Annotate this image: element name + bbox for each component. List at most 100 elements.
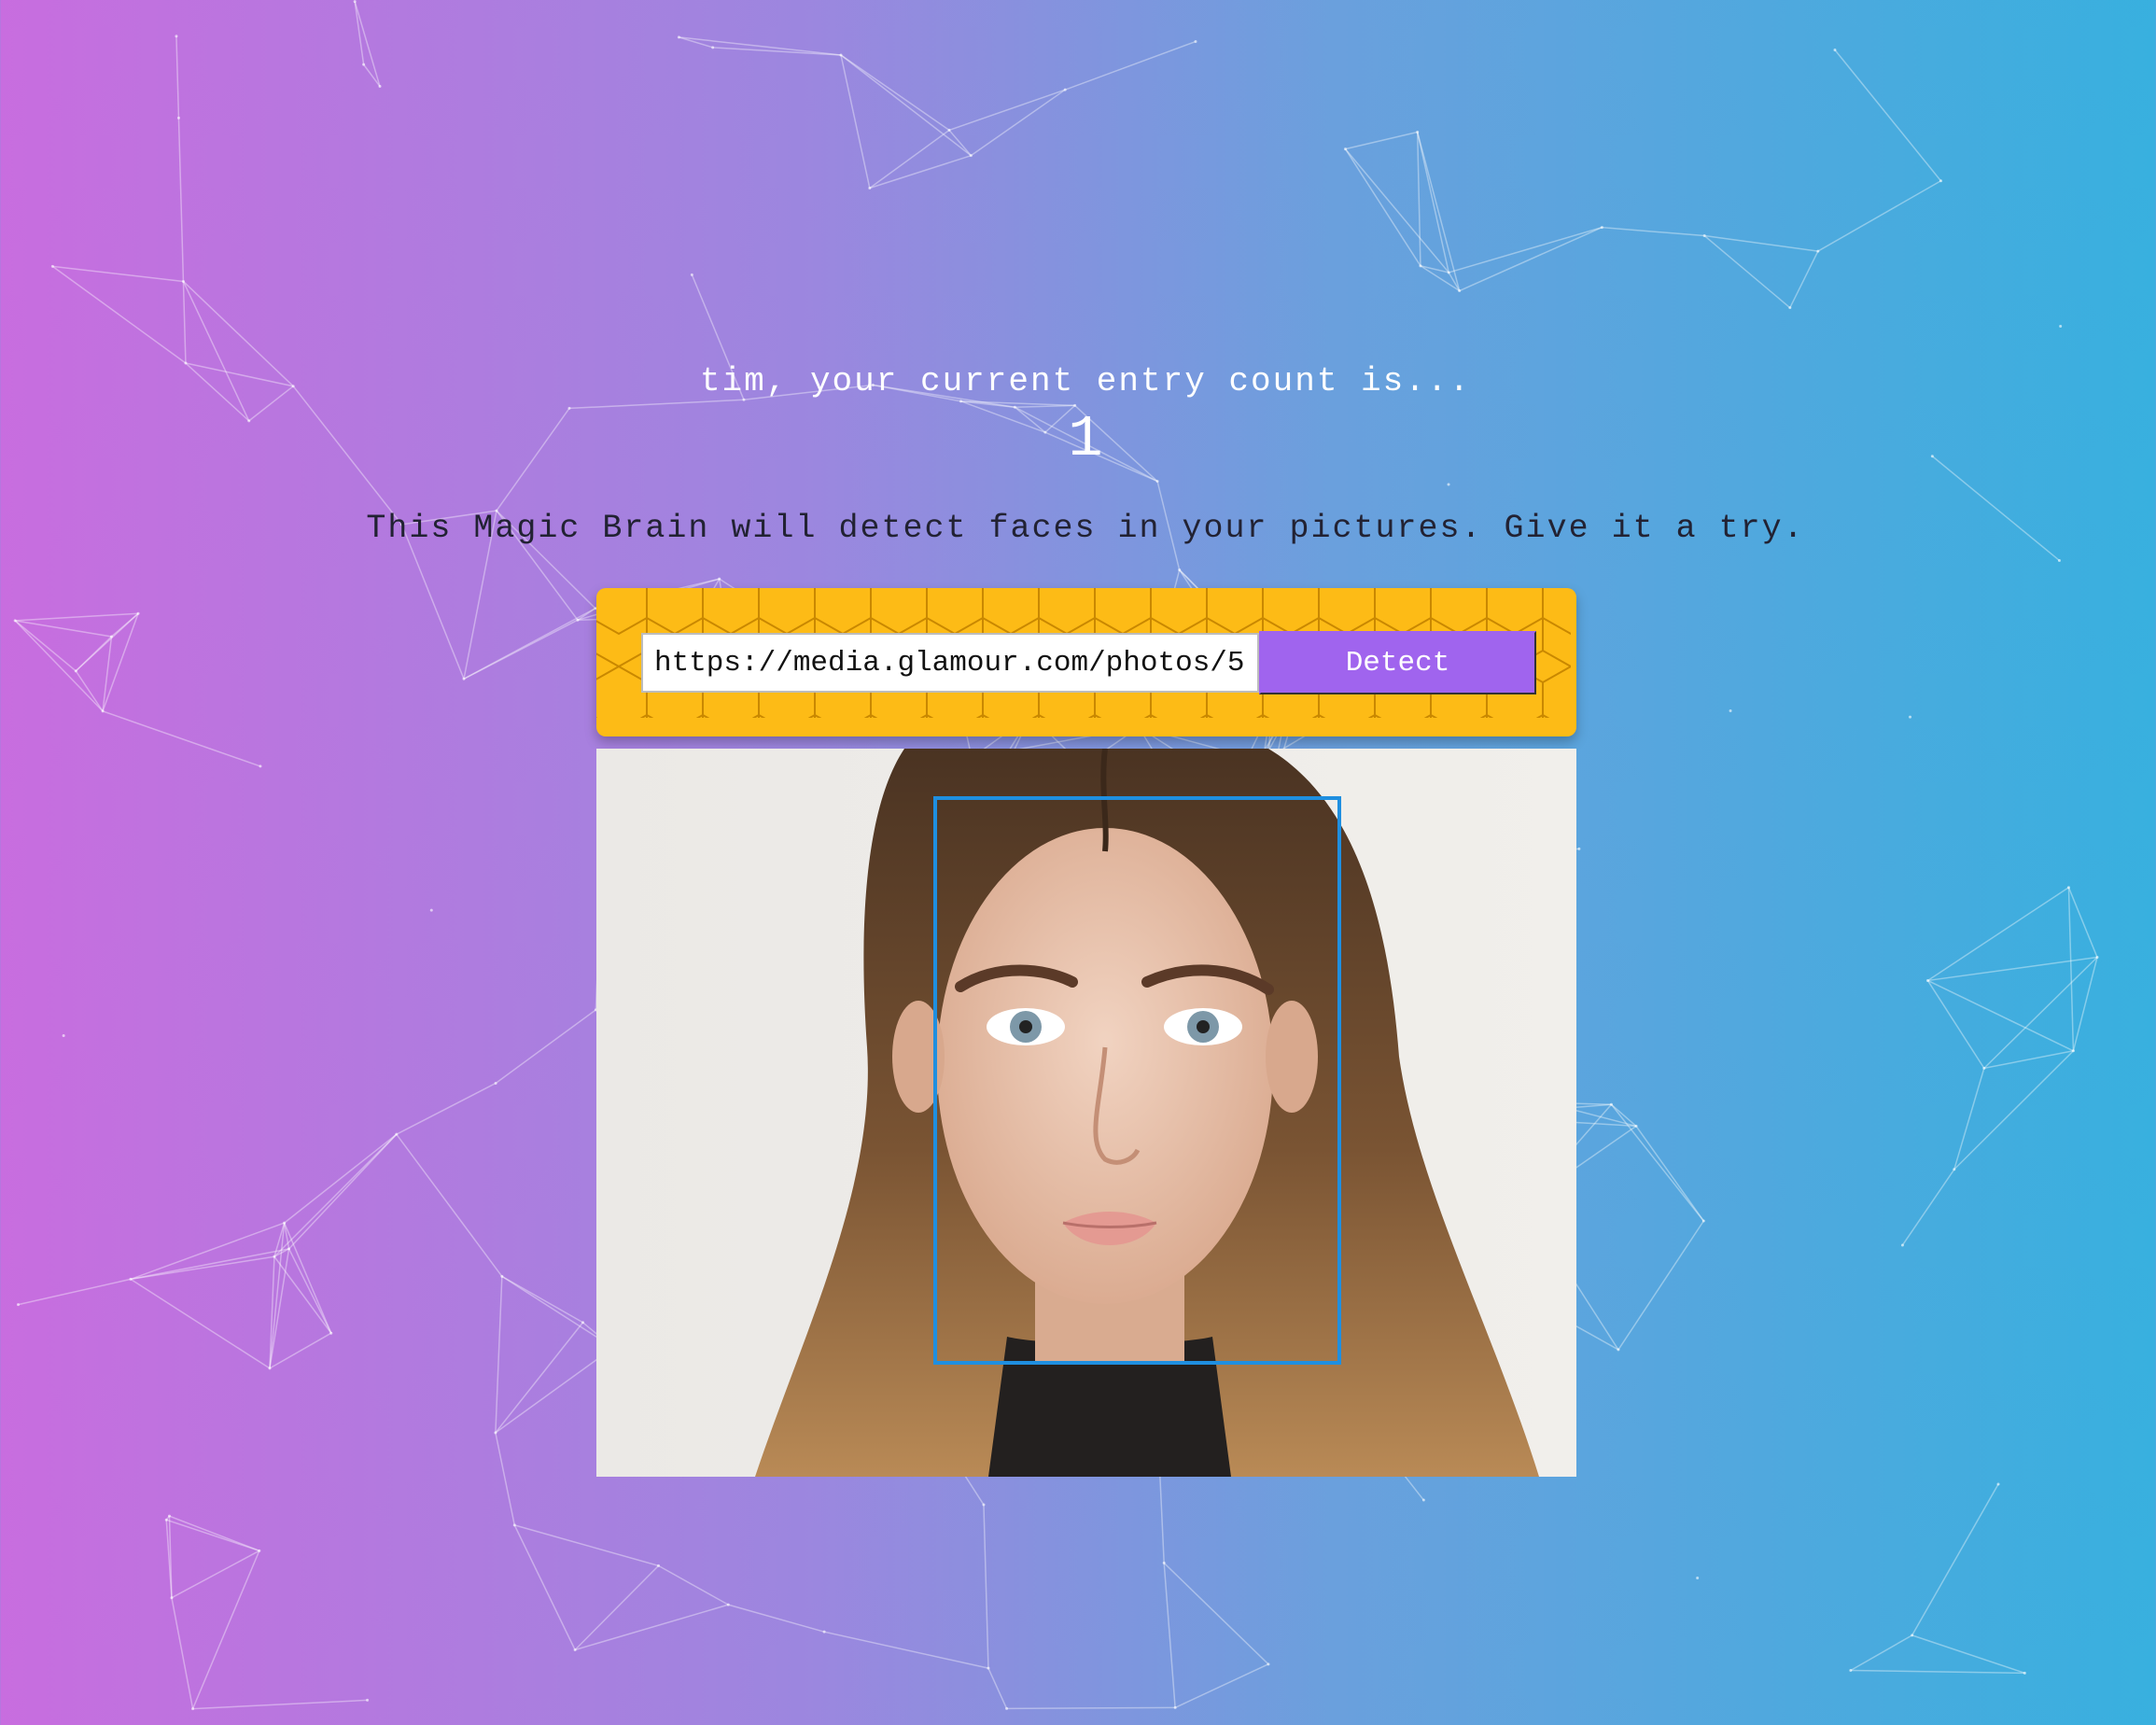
particle-dot [273,1255,276,1258]
particle-dot [1173,1705,1177,1709]
particle-link [840,54,871,189]
particle-link [1344,148,1421,267]
particle-link [1163,1562,1269,1665]
particle-dot [1421,1498,1425,1502]
particle-link [175,35,180,119]
particle-link [363,63,381,87]
particle-link [400,524,465,680]
particle-link [354,1,381,87]
image-link-form: Detect [596,588,1576,736]
particle-dot [1816,249,1820,253]
particle-dot [164,1518,168,1522]
particle-dot [1788,306,1792,310]
particle-link [130,1278,271,1369]
particle-dot [839,53,843,57]
particle-link [75,636,113,672]
particle-dot [1447,483,1450,486]
particle-link [1911,1634,2025,1675]
particle-link [354,1,365,65]
particle-link [14,620,104,712]
particle-dot [329,1331,333,1335]
particle-dot [62,1034,65,1038]
particle-dot [1939,179,1942,183]
particle-dot [1982,1066,1986,1070]
particle-dot [581,1321,585,1325]
particle-link [495,1322,584,1434]
particle-link [1459,226,1603,292]
particle-dot [17,1303,21,1307]
particle-link [1983,1050,2074,1070]
particle-dot [1267,1662,1270,1666]
particle-dot [1833,49,1837,52]
image-url-input[interactable] [641,633,1259,693]
particle-dot [1702,234,1706,238]
particle-link [1163,1563,1176,1708]
particle-dot [50,264,54,268]
particle-dot [353,0,357,4]
particle-dot [110,635,114,638]
particle-dot [462,677,466,680]
particle-dot [1953,1168,1956,1171]
particle-dot [1194,40,1197,44]
particle-link [2067,887,2098,958]
particle-link [1789,250,1819,308]
particle-dot [2066,886,2070,890]
particle-dot [1900,1243,1904,1247]
particle-link [840,54,972,157]
particle-link [396,1082,497,1135]
particle-link [287,1248,332,1334]
detect-button[interactable]: Detect [1259,631,1536,694]
particle-dot [362,63,366,66]
particle-link [514,1524,659,1567]
particle-dot [268,1367,272,1370]
particle-dot [283,1221,287,1225]
particle-dot [2095,956,2099,960]
particle-link [284,1133,398,1224]
particle-dot [726,1603,730,1606]
particle-dot [129,1277,133,1281]
particle-dot [969,154,973,158]
particle-dot [1909,715,1912,719]
particle-link [1927,887,2069,982]
particle-dot [987,1666,990,1670]
particle-link [983,1505,989,1669]
particle-link [2072,957,2098,1051]
particle-link [273,1133,398,1257]
particle-link [52,265,184,283]
particle-link [1817,180,1941,252]
particle-link [51,265,187,364]
particle-link [948,129,972,157]
particle-link [1834,49,1942,182]
particle-dot [378,85,382,89]
particle-link [1174,1663,1269,1709]
particle-link [658,1564,729,1606]
particle-link [1901,1169,1955,1246]
particle-dot [136,611,140,615]
particle-link [396,1133,503,1277]
particle-dot [2071,1049,2075,1053]
particle-link [130,1222,285,1281]
particle-dot [1416,131,1420,134]
particle-dot [982,1503,986,1507]
particle-link [1911,1483,1999,1636]
entry-count-value: 1 [1068,406,1103,472]
app-description: This Magic Brain will detect faces in yo… [366,510,1805,547]
particle-dot [259,764,262,768]
particle-link [1635,1125,1704,1222]
particle-link [840,54,950,132]
particle-dot [657,1564,661,1567]
particle-link [1704,234,1818,252]
particle-dot [1577,847,1581,850]
particle-dot [170,1596,174,1600]
particle-dot [822,1630,826,1634]
particle-dot [258,1549,261,1552]
particle-dot [366,1698,370,1702]
particle-dot [1600,226,1603,230]
particle-link [171,1550,260,1599]
particle-link [130,1248,289,1281]
particle-dot [500,1274,504,1278]
particle-dot [690,273,693,276]
particle-link [1416,132,1421,266]
particle-dot [573,1648,577,1651]
particle-dot [1609,1102,1613,1106]
